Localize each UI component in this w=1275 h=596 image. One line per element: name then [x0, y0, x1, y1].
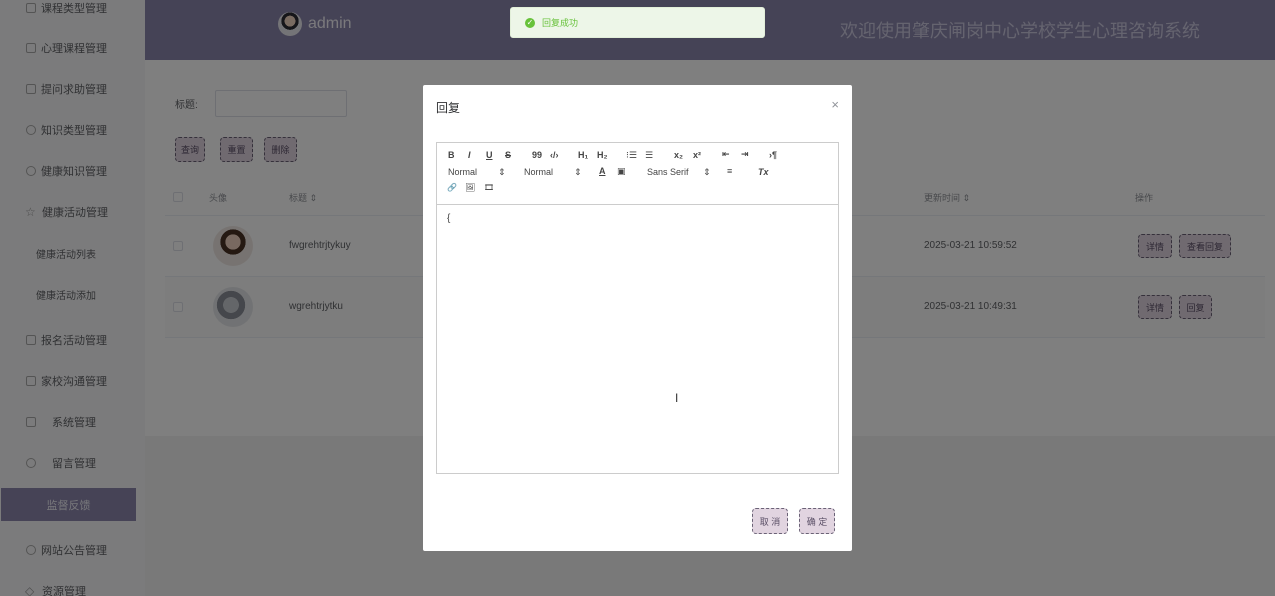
link-icon[interactable]: 🔗	[447, 183, 457, 192]
clean-format-button[interactable]: Tx	[758, 167, 769, 177]
size-select[interactable]: Normal	[448, 167, 477, 177]
dialog-title: 回复	[436, 101, 461, 115]
underline-button[interactable]: U	[486, 150, 493, 160]
align-button[interactable]: ≡	[727, 166, 732, 176]
close-icon[interactable]: ×	[831, 97, 839, 112]
reply-dialog: 回复 × B I U S 99 ‹/› H₁ H₂ ⁝☰ ☰ x₂ x² ⇤ ⇥…	[423, 85, 852, 551]
chevron-updown-icon: ⇕	[703, 167, 711, 177]
header-select[interactable]: Normal	[524, 167, 553, 177]
blockquote-button[interactable]: 99	[532, 150, 542, 160]
rich-text-editor: B I U S 99 ‹/› H₁ H₂ ⁝☰ ☰ x₂ x² ⇤ ⇥ ›¶ N…	[436, 142, 839, 474]
chevron-updown-icon: ⇕	[498, 167, 506, 177]
video-icon[interactable]: 🎞	[484, 183, 494, 192]
text-color-button[interactable]: A	[599, 166, 606, 176]
text-cursor-icon: I	[675, 391, 679, 405]
confirm-button[interactable]: 确 定	[799, 508, 835, 534]
bold-button[interactable]: B	[448, 150, 455, 160]
header2-button[interactable]: H₂	[597, 150, 608, 160]
indent-button[interactable]: ⇥	[741, 149, 749, 160]
header1-button[interactable]: H₁	[578, 150, 588, 160]
editor-toolbar: B I U S 99 ‹/› H₁ H₂ ⁝☰ ☰ x₂ x² ⇤ ⇥ ›¶ N…	[437, 143, 838, 205]
bullet-list-button[interactable]: ☰	[645, 150, 653, 161]
outdent-button[interactable]: ⇤	[722, 149, 730, 160]
ordered-list-button[interactable]: ⁝☰	[626, 150, 637, 161]
superscript-button[interactable]: x²	[693, 150, 701, 160]
strike-button[interactable]: S	[505, 150, 511, 160]
editor-content[interactable]: {	[437, 205, 838, 473]
text-direction-button[interactable]: ›¶	[769, 150, 777, 160]
code-block-button[interactable]: ‹/›	[550, 150, 559, 160]
image-icon[interactable]: 🖼	[465, 183, 475, 192]
font-select[interactable]: Sans Serif	[647, 167, 689, 177]
italic-button[interactable]: I	[468, 150, 471, 160]
check-circle-icon: ✓	[525, 17, 535, 28]
cancel-button[interactable]: 取 消	[752, 508, 788, 534]
chevron-updown-icon: ⇕	[574, 167, 582, 177]
subscript-button[interactable]: x₂	[674, 150, 683, 160]
success-toast: ✓ 回复成功	[510, 7, 765, 38]
background-color-button[interactable]: ▣	[617, 166, 626, 177]
toast-message: 回复成功	[542, 18, 579, 28]
